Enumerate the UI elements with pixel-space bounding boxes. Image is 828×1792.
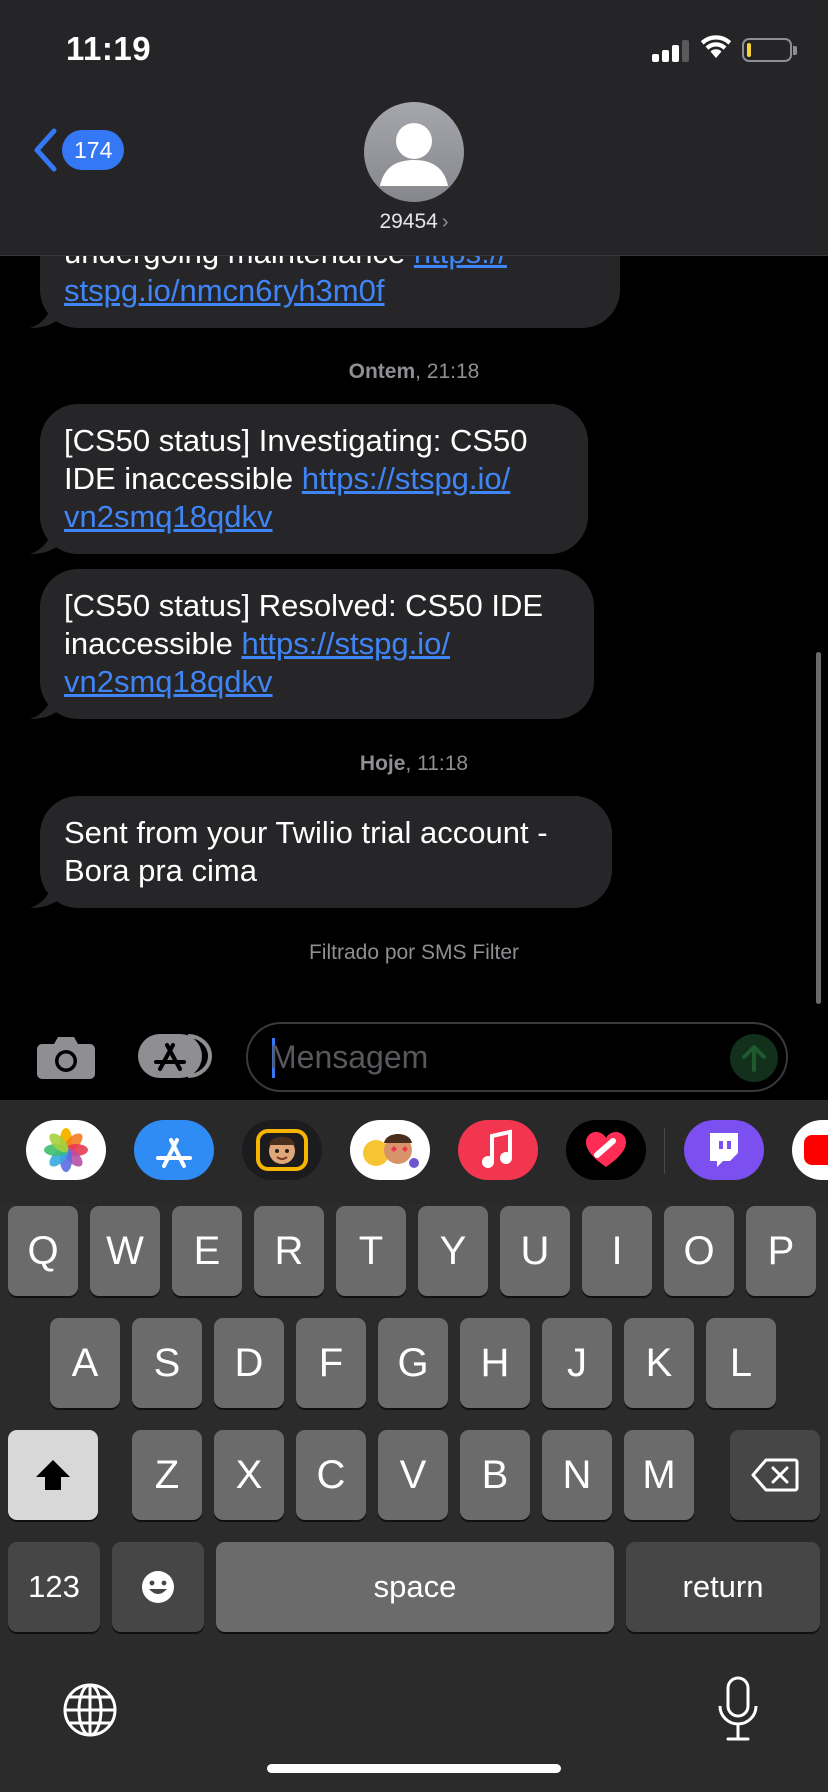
key-c[interactable]: C [296,1430,366,1520]
key-o[interactable]: O [664,1206,734,1296]
message-compose-field[interactable] [246,1022,788,1092]
bubble-tail [30,689,60,719]
timestamp: Hoje, 11:18 [0,752,828,776]
key-s[interactable]: S [132,1318,202,1408]
digital-touch-icon[interactable] [566,1120,646,1180]
key-r[interactable]: R [254,1206,324,1296]
person-icon [380,123,448,186]
bubble-tail [30,298,60,328]
youtube-icon[interactable] [792,1120,828,1180]
key-w[interactable]: W [90,1206,160,1296]
arrow-up-icon [742,1045,766,1072]
message-bubble[interactable]: [CS50 status] Investigating: CS50 IDE in… [30,404,588,554]
twitch-icon[interactable] [684,1120,764,1180]
backspace-icon [751,1458,799,1492]
bubble-tail [30,524,60,554]
bubble-tail [30,878,60,908]
timestamp-day: Hoje [359,752,406,775]
key-i[interactable]: I [582,1206,652,1296]
wifi-icon [700,35,732,58]
key-d[interactable]: D [214,1318,284,1408]
battery-icon [742,38,797,62]
animoji-stickers-icon[interactable] [350,1120,430,1180]
chevron-left-icon [34,128,57,172]
app-store-icon[interactable] [134,1120,214,1180]
key-k[interactable]: K [624,1318,694,1408]
return-key[interactable]: return [626,1542,820,1632]
delete-key[interactable] [730,1430,820,1520]
imessage-app-drawer [0,1100,828,1204]
globe-icon[interactable] [62,1682,118,1738]
message-input[interactable] [270,1034,690,1080]
message-link[interactable]: vn2smq18qdkv [64,499,273,534]
scrollbar[interactable] [816,652,821,1004]
emoji-icon [142,1571,174,1603]
back-button[interactable]: 174 [32,128,125,172]
key-p[interactable]: P [746,1206,816,1296]
key-n[interactable]: N [542,1430,612,1520]
timestamp-time: , 11:18 [405,752,469,775]
key-u[interactable]: U [500,1206,570,1296]
keyboard: Q W E R T Y U I O P A S D F G H J K L Z … [0,1204,828,1792]
drawer-divider [664,1128,665,1174]
message-text: Sent from your Twilio trial account - Bo… [64,815,548,888]
key-x[interactable]: X [214,1430,284,1520]
app-drawer-button[interactable] [138,1034,212,1078]
shift-key[interactable] [8,1430,98,1520]
camera-icon[interactable] [36,1034,96,1080]
key-h[interactable]: H [460,1318,530,1408]
chevron-right-icon: › [441,211,449,233]
shift-arrow-icon [36,1460,70,1490]
app-store-icon [138,1034,212,1078]
contact-name: 29454 [379,210,438,233]
key-y[interactable]: Y [418,1206,488,1296]
emoji-key[interactable] [112,1542,204,1632]
message-link[interactable]: vn2smq18qdkv [64,664,273,699]
message-link[interactable]: https://stspg.io/ [241,626,450,661]
key-q[interactable]: Q [8,1206,78,1296]
microphone-icon[interactable] [716,1676,760,1742]
timestamp-day: Ontem [348,360,416,383]
music-icon[interactable] [458,1120,538,1180]
key-b[interactable]: B [460,1430,530,1520]
key-g[interactable]: G [378,1318,448,1408]
home-indicator[interactable] [267,1764,561,1773]
message-bubble[interactable]: Sent from your Twilio trial account - Bo… [30,796,612,908]
cellular-signal-icon [652,38,690,62]
message-link[interactable]: https://stspg.io/ [302,461,511,496]
photos-icon[interactable] [26,1120,106,1180]
key-j[interactable]: J [542,1318,612,1408]
key-f[interactable]: F [296,1318,366,1408]
conversation-header: 11:19 174 29454 › [0,0,828,256]
timestamp-time: , 21:18 [415,360,480,383]
message-link[interactable]: stspg.io/nmcn6ryh3m0f [64,273,384,308]
message-bubble[interactable]: [CS50 status] Resolved: CS50 IDE inacces… [30,569,594,719]
memoji-icon[interactable] [242,1120,322,1180]
status-time: 11:19 [66,30,152,67]
key-z[interactable]: Z [132,1430,202,1520]
space-key[interactable]: space [216,1542,614,1632]
key-e[interactable]: E [172,1206,242,1296]
key-t[interactable]: T [336,1206,406,1296]
key-a[interactable]: A [50,1318,120,1408]
timestamp: Ontem, 21:18 [0,360,828,384]
key-l[interactable]: L [706,1318,776,1408]
key-m[interactable]: M [624,1430,694,1520]
unread-count-badge: 174 [62,130,125,170]
contact-name-button[interactable]: 29454 › [0,210,828,234]
send-button[interactable] [730,1034,778,1082]
contact-avatar[interactable] [364,102,464,202]
key-v[interactable]: V [378,1430,448,1520]
numbers-key[interactable]: 123 [8,1542,100,1632]
sms-filter-note: Filtrado por SMS Filter [308,941,520,964]
